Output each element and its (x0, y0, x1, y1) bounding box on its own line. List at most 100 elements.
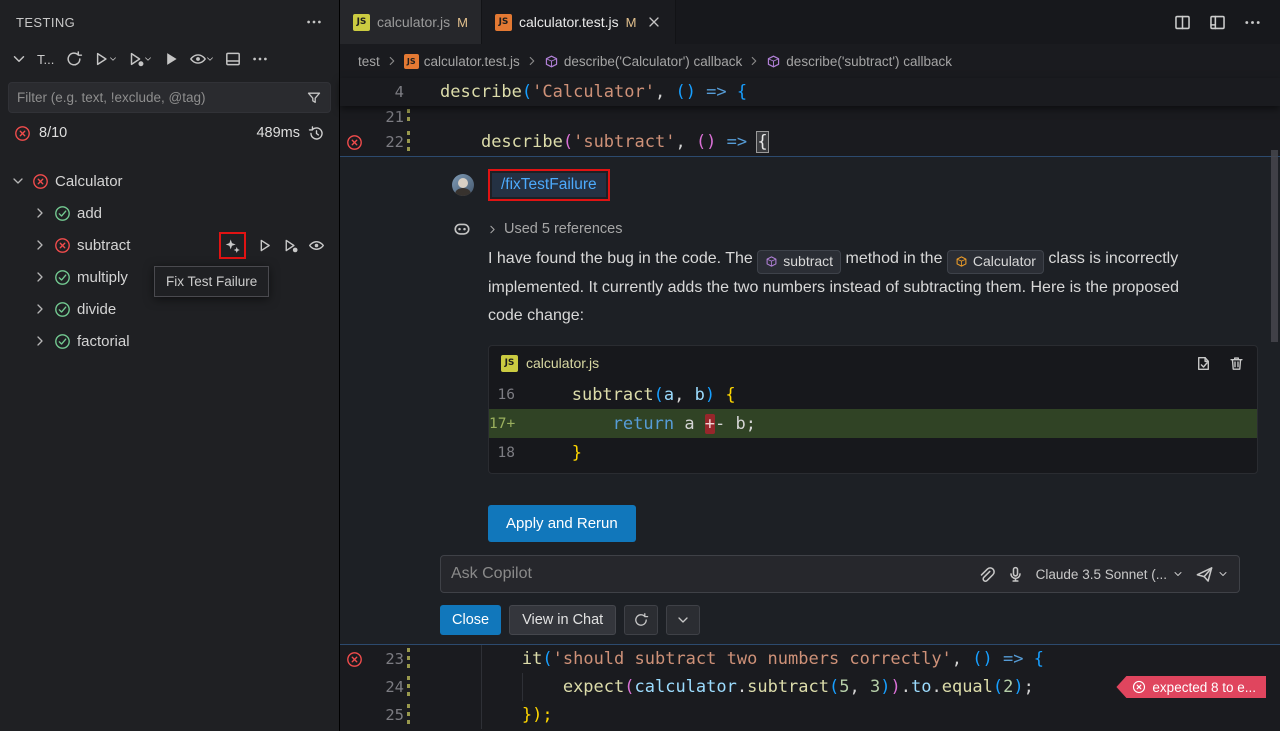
watch-dropdown-icon[interactable] (205, 54, 215, 64)
error-icon (54, 237, 71, 254)
git-modified-marker (404, 106, 414, 128)
sticky-scroll: 4describe('Calculator', () => { (340, 78, 1280, 106)
split-editor-icon[interactable] (1173, 13, 1192, 32)
sidebar-more-icon[interactable] (305, 13, 323, 31)
debug-test-icon[interactable] (282, 237, 299, 254)
editor-area: JScalculator.jsMJScalculator.test.jsM te… (340, 0, 1280, 731)
copilot-icon (452, 219, 472, 239)
code-text: describe('Calculator', () => { (414, 78, 747, 106)
apply-in-editor-icon[interactable] (1195, 355, 1212, 372)
chevron-down-icon (675, 612, 691, 628)
message-text: method in the (841, 250, 947, 267)
chevron-down-icon[interactable] (10, 173, 26, 189)
breadcrumb-item[interactable]: describe('Calculator') callback (544, 54, 742, 69)
more-dropdown-button[interactable] (666, 605, 700, 635)
symbol-chip-subtract[interactable]: subtract (757, 250, 841, 274)
tab-calculator.js[interactable]: JScalculator.jsM (340, 0, 482, 44)
breadcrumb-separator-icon (385, 54, 399, 68)
close-tab-icon[interactable] (646, 14, 662, 30)
test-filter-input[interactable] (17, 90, 300, 105)
show-output-icon[interactable] (224, 50, 242, 68)
code-text: subtract(a, b) { (515, 385, 736, 405)
tab-calculator.test.js[interactable]: JScalculator.test.jsM (482, 0, 676, 44)
breadcrumb-item[interactable]: test (358, 54, 380, 69)
close-button[interactable]: Close (440, 605, 501, 635)
fix-test-failure-icon[interactable] (224, 237, 241, 254)
symbol-method-icon (766, 54, 781, 69)
mic-icon[interactable] (1006, 565, 1025, 584)
attach-context-icon[interactable] (976, 565, 995, 584)
chevron-right-icon[interactable] (32, 333, 48, 349)
js-file-icon: JS (353, 14, 370, 31)
rerun-request-button[interactable] (624, 605, 658, 635)
test-item-calculator[interactable]: Calculator (0, 165, 339, 197)
chevron-right-icon[interactable] (32, 269, 48, 285)
test-item-actions (219, 232, 339, 259)
line-number: 23 (368, 650, 404, 668)
editor-scrollbar[interactable] (1271, 150, 1278, 342)
chevron-right-icon[interactable] (32, 301, 48, 317)
refresh-tests-icon[interactable] (65, 50, 83, 68)
more-actions-icon[interactable] (251, 50, 269, 68)
git-modified-marker (404, 128, 414, 156)
test-status-row: 8/10 489ms (0, 113, 339, 153)
code-line-25[interactable]: 25 }); (340, 701, 1280, 729)
test-error-icon[interactable] (346, 134, 363, 151)
view-in-chat-button[interactable]: View in Chat (509, 605, 616, 635)
git-modified-marker (404, 701, 414, 729)
line-number: 16 (489, 387, 515, 403)
git-modified-marker (404, 645, 414, 673)
ask-copilot-input[interactable] (451, 565, 965, 583)
annotation-highlight-box (219, 232, 246, 259)
refresh-icon (633, 612, 649, 628)
git-modified-marker (404, 78, 414, 106)
pass-icon (54, 333, 71, 350)
test-item-label: Calculator (55, 173, 123, 190)
test-error-icon[interactable] (346, 651, 363, 668)
codeblock-header: JS calculator.js (489, 346, 1257, 380)
testing-sidebar: TESTING T... (0, 0, 340, 731)
discard-icon[interactable] (1228, 355, 1245, 372)
filter-icon[interactable] (306, 90, 322, 106)
slash-command[interactable]: /fixTestFailure (492, 173, 606, 197)
test-item-subtract[interactable]: subtract (0, 229, 339, 261)
watch-test-icon[interactable] (308, 237, 325, 254)
rerun-history-icon[interactable] (308, 125, 325, 142)
send-icon[interactable] (1195, 565, 1214, 584)
code-line-24[interactable]: 24 expect(calculator.subtract(5, 3)).to.… (340, 673, 1280, 701)
apply-and-rerun-button[interactable]: Apply and Rerun (488, 505, 636, 542)
tabs: JScalculator.jsMJScalculator.test.jsM (340, 0, 676, 44)
chevron-right-icon[interactable] (32, 237, 48, 253)
git-modified-marker (404, 673, 414, 701)
message-text: I have found the bug in the code. The (488, 250, 757, 267)
test-item-factorial[interactable]: factorial (0, 325, 339, 357)
code-line-23[interactable]: 23 it('should subtract two numbers corre… (340, 645, 1280, 673)
run-coverage-icon[interactable] (162, 50, 180, 68)
code-line-22[interactable]: 22 describe('subtract', () => { (340, 128, 1280, 156)
fix-test-failure-tooltip: Fix Test Failure (154, 266, 269, 297)
customize-layout-icon[interactable] (1208, 13, 1227, 32)
test-item-divide[interactable]: divide (0, 293, 339, 325)
run-test-icon[interactable] (256, 237, 273, 254)
toolbar-label: T... (37, 52, 54, 67)
chevron-right-icon[interactable] (32, 205, 48, 221)
test-item-add[interactable]: add (0, 197, 339, 229)
breadcrumb-item[interactable]: JScalculator.test.js (404, 54, 520, 69)
references-row[interactable]: Used 5 references (452, 217, 622, 241)
code-line-21[interactable]: 21 (340, 106, 1280, 128)
code-line-4[interactable]: 4describe('Calculator', () => { (340, 78, 1280, 106)
debug-dropdown-icon[interactable] (143, 54, 153, 64)
collapse-chevron-icon[interactable] (10, 50, 28, 68)
debug-tests-group (127, 50, 153, 68)
tests-failed-icon (14, 125, 31, 142)
run-dropdown-icon[interactable] (108, 54, 118, 64)
send-dropdown-icon[interactable] (1217, 568, 1229, 580)
chevron-down-icon (1172, 568, 1184, 580)
more-actions-icon[interactable] (1243, 13, 1262, 32)
breadcrumb-item[interactable]: describe('subtract') callback (766, 54, 952, 69)
symbol-chip-Calculator[interactable]: Calculator (947, 250, 1044, 274)
js-file-icon: JS (501, 355, 518, 372)
model-label: Claude 3.5 Sonnet (... (1036, 567, 1167, 582)
js-file-icon: JS (404, 54, 419, 69)
model-picker[interactable]: Claude 3.5 Sonnet (... (1036, 567, 1184, 582)
